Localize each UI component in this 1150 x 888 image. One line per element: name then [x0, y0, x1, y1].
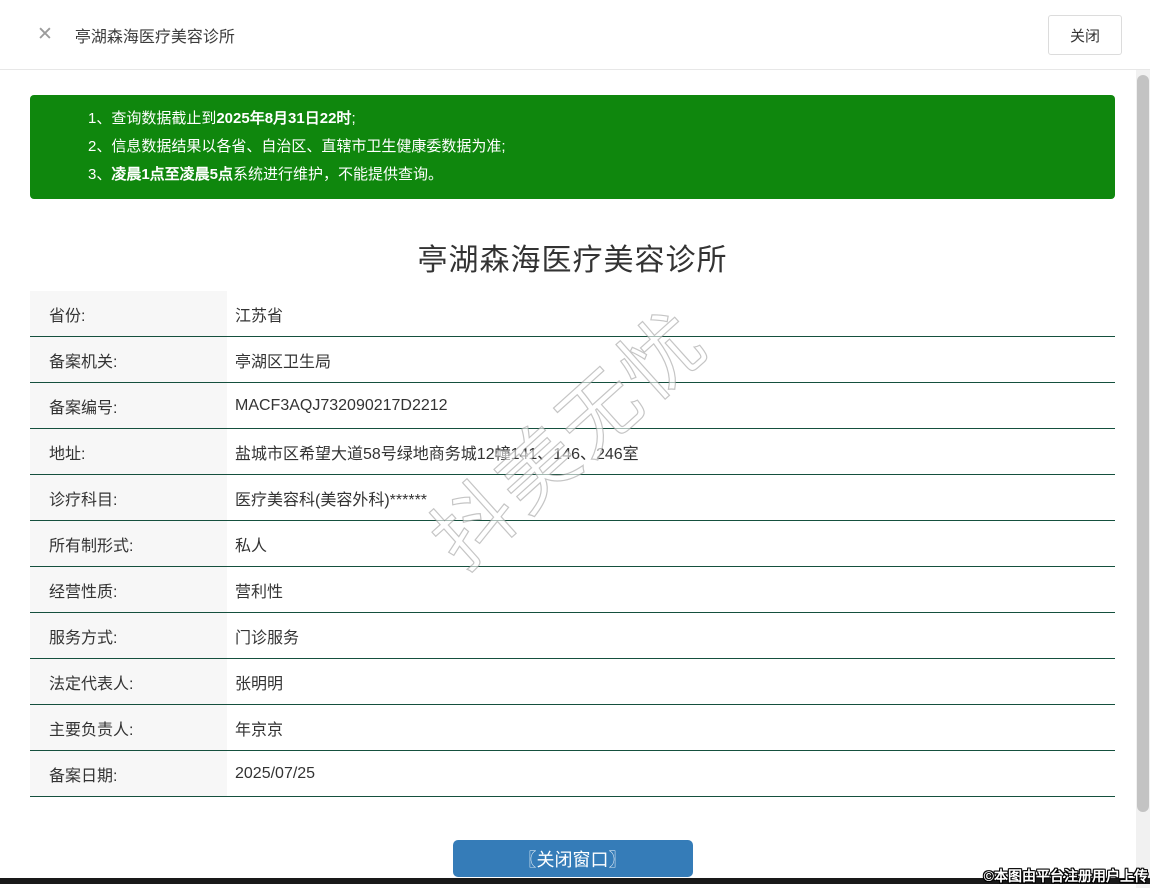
- row-value: 亭湖区卫生局: [235, 353, 332, 371]
- table-row: 法定代表人: 张明明: [30, 659, 1115, 705]
- notice-text: ;: [351, 110, 356, 127]
- row-label: 备案机关:: [30, 337, 227, 382]
- row-label: 诊疗科目:: [30, 475, 227, 520]
- close-window-button[interactable]: 〖关闭窗口〗: [452, 840, 693, 877]
- row-label: 经营性质:: [30, 567, 227, 612]
- table-row: 诊疗科目: 医疗美容科(美容外科)******: [30, 475, 1115, 521]
- header: ✕ 亭湖森海医疗美容诊所 关闭: [0, 0, 1150, 70]
- row-label: 所有制形式:: [30, 521, 227, 566]
- table-row: 备案日期: 2025/07/25: [30, 751, 1115, 797]
- row-label: 地址:: [30, 429, 227, 474]
- window-title: 亭湖森海医疗美容诊所: [74, 28, 235, 46]
- table-row: 服务方式: 门诊服务: [30, 613, 1115, 659]
- table-row: 所有制形式: 私人: [30, 521, 1115, 567]
- row-value: 年京京: [235, 721, 284, 739]
- notice-item: 1、查询数据截止到2025年8月31日22时;: [88, 105, 1115, 133]
- notice-text: 1、查询数据截止到: [88, 110, 217, 127]
- close-button[interactable]: 关闭: [1048, 15, 1122, 55]
- button-area: 〖关闭窗口〗: [30, 840, 1115, 877]
- row-value: 营利性: [235, 583, 284, 601]
- row-label: 备案日期:: [30, 751, 227, 796]
- detail-table: 省份: 江苏省 备案机关: 亭湖区卫生局 备案编号: MACF3AQJ73209…: [30, 291, 1115, 797]
- bottom-bar: [0, 878, 1150, 884]
- row-value: 私人: [235, 537, 268, 555]
- notice-item: 2、信息数据结果以各省、自治区、直辖市卫生健康委数据为准;: [88, 133, 1115, 161]
- row-value: 门诊服务: [235, 629, 300, 647]
- scrollbar[interactable]: [1136, 70, 1150, 888]
- row-label: 主要负责人:: [30, 705, 227, 750]
- row-value: 2025/07/25: [235, 764, 316, 782]
- row-value: 盐城市区希望大道58号绿地商务城12幢141、146、246室: [235, 445, 639, 463]
- notice-item: 3、凌晨1点至凌晨5点系统进行维护，不能提供查询。: [88, 161, 1115, 189]
- page: ✕ 亭湖森海医疗美容诊所 关闭 1、查询数据截止到2025年8月31日22时; …: [0, 0, 1150, 888]
- notice-text: 系统进行维护，不能提供查询。: [233, 166, 444, 183]
- scrollbar-thumb[interactable]: [1137, 75, 1149, 812]
- notice-text: 2、信息数据结果以各省、自治区、直辖市卫生健康委数据为准;: [88, 138, 506, 155]
- table-row: 主要负责人: 年京京: [30, 705, 1115, 751]
- notice-text: 3、: [88, 166, 112, 183]
- row-label: 省份:: [30, 291, 227, 336]
- clinic-title: 亭湖森海医疗美容诊所: [417, 244, 728, 277]
- notice-bold-text: 2025年8月31日22时: [216, 110, 352, 127]
- close-icon[interactable]: ✕: [37, 25, 53, 44]
- row-value: 江苏省: [235, 307, 284, 325]
- row-label: 法定代表人:: [30, 659, 227, 704]
- table-row: 省份: 江苏省: [30, 291, 1115, 337]
- table-row: 备案机关: 亭湖区卫生局: [30, 337, 1115, 383]
- notice-banner: 1、查询数据截止到2025年8月31日22时; 2、信息数据结果以各省、自治区、…: [30, 95, 1115, 199]
- table-row: 备案编号: MACF3AQJ732090217D2212: [30, 383, 1115, 429]
- row-value: MACF3AQJ732090217D2212: [235, 396, 448, 414]
- table-row: 经营性质: 营利性: [30, 567, 1115, 613]
- row-label: 服务方式:: [30, 613, 227, 658]
- credit-text: ©本图由平台注册用户上传: [983, 868, 1148, 884]
- content-area: 1、查询数据截止到2025年8月31日22时; 2、信息数据结果以各省、自治区、…: [0, 95, 1136, 877]
- row-value: 医疗美容科(美容外科)******: [235, 491, 428, 509]
- notice-bold-text: 凌晨1点至凌晨5点: [111, 166, 234, 183]
- row-value: 张明明: [235, 675, 284, 693]
- table-row: 地址: 盐城市区希望大道58号绿地商务城12幢141、146、246室: [30, 429, 1115, 475]
- row-label: 备案编号:: [30, 383, 227, 428]
